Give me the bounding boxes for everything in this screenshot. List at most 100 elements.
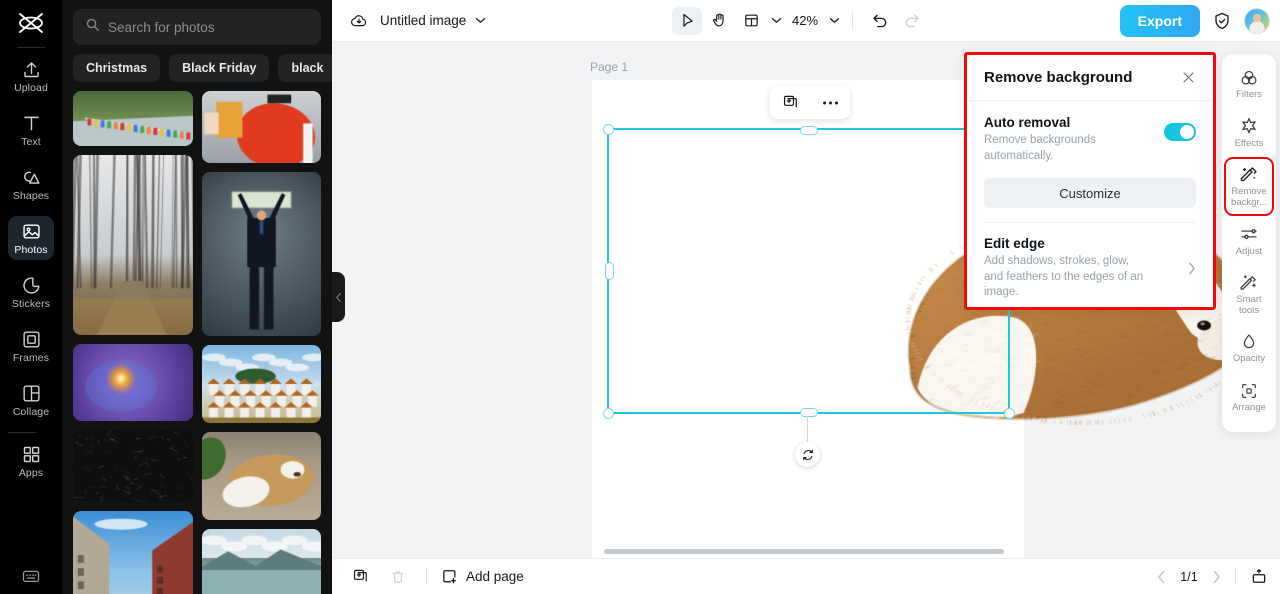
photo-thumbnail-man-holding-dollar-bill[interactable] — [202, 172, 322, 336]
right-tool-remove-backgr[interactable]: Remove backgr... — [1226, 159, 1272, 213]
right-tool-smart-tools[interactable]: Smart tools — [1226, 267, 1272, 321]
list-item[interactable] — [73, 91, 193, 146]
chevron-right-icon[interactable] — [1188, 262, 1196, 275]
right-tool-filters[interactable]: Filters — [1226, 62, 1272, 106]
sidebar-item-shapes[interactable]: Shapes — [8, 162, 54, 206]
right-tool-label: Adjust — [1236, 247, 1262, 258]
list-item[interactable] — [73, 155, 193, 335]
photo-thumbnail-foggy-forest-path[interactable] — [73, 155, 193, 335]
edit-edge-row[interactable]: Edit edge Add shadows, strokes, glow, an… — [967, 223, 1213, 301]
horizontal-scrollbar[interactable] — [604, 549, 1004, 554]
undo-button[interactable] — [865, 7, 895, 35]
layout-tool-button[interactable] — [736, 7, 766, 35]
close-icon[interactable] — [1181, 70, 1196, 85]
panel-header: Remove background — [967, 55, 1213, 101]
photo-thumbnail-guinea-pig-on-rock[interactable] — [202, 432, 322, 520]
search-box[interactable] — [73, 9, 321, 45]
floating-layer-toolbar — [770, 86, 850, 119]
list-item[interactable] — [202, 529, 322, 594]
sidebar-item-label: Collage — [13, 407, 49, 418]
sidebar-item-frames[interactable]: Frames — [8, 324, 54, 368]
layout-chevron-down-icon[interactable] — [771, 17, 782, 24]
sidebar-item-label: Photos — [14, 245, 47, 256]
list-item[interactable] — [73, 344, 193, 421]
avatar[interactable] — [1244, 8, 1270, 34]
present-icon[interactable] — [1250, 568, 1268, 586]
sidebar-item-stickers[interactable]: Stickers — [8, 270, 54, 314]
zoom-level[interactable]: 42% — [792, 13, 818, 28]
export-button[interactable]: Export — [1120, 5, 1200, 37]
list-item[interactable] — [202, 345, 322, 423]
right-tool-label: Arrange — [1232, 403, 1266, 414]
right-tool-opacity[interactable]: Opacity — [1226, 326, 1272, 370]
edit-edge-title: Edit edge — [984, 236, 1144, 251]
list-item[interactable] — [202, 172, 322, 336]
top-right-tools: Export — [1120, 5, 1270, 37]
filters-icon — [1239, 67, 1260, 88]
photo-thumbnail-temple-stupas-landscape[interactable] — [202, 345, 322, 423]
chevron-down-icon[interactable] — [475, 17, 486, 24]
duplicate-icon[interactable] — [776, 90, 804, 116]
remove-background-icon — [1239, 164, 1260, 185]
prev-page-icon[interactable] — [1157, 570, 1166, 584]
sidebar-item-label: Upload — [14, 83, 48, 94]
duplicate-page-icon[interactable] — [346, 564, 374, 590]
hand-tool-button[interactable] — [704, 7, 734, 35]
list-item[interactable] — [202, 432, 322, 520]
cloud-save-icon[interactable] — [350, 12, 368, 30]
ellipsis-icon[interactable] — [816, 90, 844, 116]
sidebar-item-upload[interactable]: Upload — [8, 54, 54, 98]
right-tool-arrange[interactable]: Arrange — [1226, 375, 1272, 419]
canvas-page[interactable] — [592, 80, 1024, 558]
photo-thumbnail-dark-scratched-texture[interactable] — [73, 430, 193, 502]
shield-check-icon[interactable] — [1212, 11, 1232, 31]
right-tool-adjust[interactable]: Adjust — [1226, 219, 1272, 263]
sidebar-item-collage[interactable]: Collage — [8, 378, 54, 422]
photo-thumbnail-mountain-lake-boat[interactable] — [202, 529, 322, 594]
adjust-icon — [1239, 224, 1260, 245]
shapes-icon — [20, 166, 42, 188]
zoom-chevron-down-icon[interactable] — [829, 17, 840, 24]
right-tool-effects[interactable]: Effects — [1226, 111, 1272, 155]
photo-thumbnail-candle-in-glass-purple[interactable] — [73, 344, 193, 421]
rotate-icon[interactable] — [795, 442, 820, 467]
edit-edge-description: Add shadows, strokes, glow, and feathers… — [984, 254, 1144, 301]
add-page-button[interactable]: Add page — [441, 568, 524, 585]
customize-button[interactable]: Customize — [984, 178, 1196, 208]
left-nav-rail: Upload Text Shapes Photos Stickers Frames Coll… — [0, 0, 62, 594]
rail-divider-mid — [8, 432, 36, 433]
photo-grid — [62, 82, 332, 594]
auto-removal-row: Auto removal Remove backgrounds automati… — [984, 115, 1196, 164]
redo-button[interactable] — [897, 7, 927, 35]
search-chip-christmas[interactable]: Christmas — [73, 54, 160, 82]
document-title[interactable]: Untitled image — [380, 13, 466, 28]
search-wrapper — [62, 0, 332, 45]
sidebar-item-photos[interactable]: Photos — [8, 216, 54, 260]
list-item[interactable] — [202, 91, 322, 163]
smart-tools-icon — [1239, 272, 1260, 293]
photo-grid-column-left — [73, 91, 193, 594]
auto-removal-toggle[interactable] — [1164, 123, 1196, 141]
bottom-divider — [426, 568, 427, 585]
collapse-panel-button[interactable] — [332, 272, 345, 322]
right-tool-label: Effects — [1235, 139, 1264, 150]
search-chip-black-friday[interactable]: Black Friday — [169, 54, 269, 82]
photo-thumbnail-suspension-bridge-prayer-flags[interactable] — [73, 91, 193, 146]
next-page-icon[interactable] — [1212, 570, 1221, 584]
photo-thumbnail-city-street-blue-sky[interactable] — [73, 511, 193, 594]
search-chip-black[interactable]: black — [278, 54, 332, 82]
sidebar-item-text[interactable]: Text — [8, 108, 54, 152]
trash-icon[interactable] — [384, 564, 412, 590]
list-item[interactable] — [73, 430, 193, 502]
select-tool-button[interactable] — [672, 7, 702, 35]
right-tool-label: Filters — [1236, 90, 1262, 101]
photo-thumbnail-red-jacket-person[interactable] — [202, 91, 322, 163]
capcut-logo-icon[interactable] — [11, 6, 51, 40]
panel-title: Remove background — [984, 69, 1132, 86]
keyboard-shortcuts-button[interactable] — [0, 566, 62, 586]
list-item[interactable] — [73, 511, 193, 594]
sidebar-item-apps[interactable]: Apps — [8, 439, 54, 483]
bottom-bar: Add page 1/1 — [332, 558, 1280, 594]
right-tool-rail: Filters Effects Remove backgr... Adjust Smar… — [1222, 54, 1276, 432]
search-input[interactable] — [108, 20, 309, 35]
